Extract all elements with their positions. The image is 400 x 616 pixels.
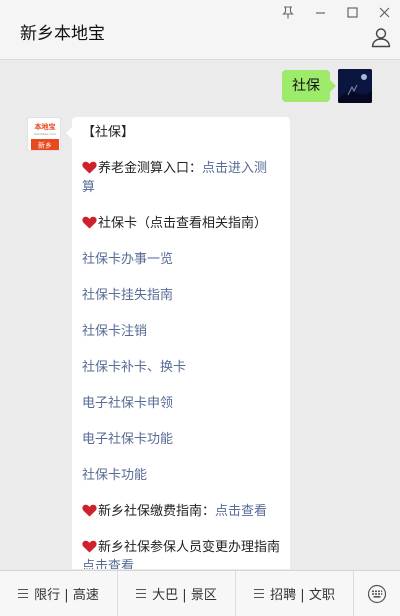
card-function-link[interactable]: 社保卡功能 xyxy=(82,466,280,485)
e-card-apply-link[interactable]: 电子社保卡申领 xyxy=(82,394,280,413)
maximize-icon[interactable] xyxy=(336,0,368,24)
user-avatar[interactable] xyxy=(338,69,372,103)
change-guide-link[interactable]: 点击查看 xyxy=(82,559,134,569)
close-icon[interactable] xyxy=(368,0,400,24)
menu-icon xyxy=(136,589,147,598)
menu-item-bus[interactable]: 大巴 | 景区 xyxy=(118,570,236,616)
outgoing-bubble[interactable]: 社保 xyxy=(282,70,336,102)
keyboard-icon xyxy=(367,584,387,603)
heart-icon xyxy=(82,216,97,229)
heart-icon xyxy=(82,540,97,553)
menu-icon xyxy=(18,589,29,598)
menu-item-label: 大巴 | 景区 xyxy=(152,588,217,603)
heart-icon xyxy=(82,504,97,517)
change-guide-line: 新乡社保参保人员变更办理指南点击查看 xyxy=(82,538,280,569)
e-card-function-link[interactable]: 电子社保卡功能 xyxy=(82,430,280,449)
contact-info-icon[interactable] xyxy=(370,26,392,48)
svg-text:新乡: 新乡 xyxy=(38,141,52,150)
window-controls xyxy=(272,0,400,24)
card-cancel-link[interactable]: 社保卡注销 xyxy=(82,322,280,341)
minimize-icon[interactable] xyxy=(304,0,336,24)
menu-item-label: 招聘 | 文职 xyxy=(270,588,335,603)
card-replace-link[interactable]: 社保卡补卡、换卡 xyxy=(82,358,280,377)
social-card-label: 社保卡（点击查看相关指南） xyxy=(98,216,268,231)
chat-area[interactable]: 社保 本地宝 bendibao.com 新乡 【社保】 养老金测算入口：点击进入… xyxy=(0,61,400,569)
menu-item-traffic[interactable]: 限行 | 高速 xyxy=(0,570,118,616)
chat-title: 新乡本地宝 xyxy=(20,24,105,44)
change-guide-label: 新乡社保参保人员变更办理指南 xyxy=(98,540,281,555)
payment-guide-label: 新乡社保缴费指南： xyxy=(98,504,216,519)
outgoing-message: 社保 xyxy=(282,69,372,103)
card-loss-link[interactable]: 社保卡挂失指南 xyxy=(82,286,280,305)
payment-guide-link[interactable]: 点击查看 xyxy=(215,504,267,519)
svg-text:bendibao.com: bendibao.com xyxy=(34,132,55,136)
bendibao-logo-icon: 本地宝 bendibao.com 新乡 xyxy=(28,118,60,150)
keyboard-toggle-button[interactable] xyxy=(354,571,400,616)
menu-item-label: 限行 | 高速 xyxy=(34,588,99,603)
payment-guide-line: 新乡社保缴费指南：点击查看 xyxy=(82,502,280,521)
pin-icon[interactable] xyxy=(272,0,304,24)
heart-icon xyxy=(82,161,97,174)
social-card-line: 社保卡（点击查看相关指南） xyxy=(82,214,280,233)
menu-item-jobs[interactable]: 招聘 | 文职 xyxy=(236,570,354,616)
pension-label: 养老金测算入口： xyxy=(98,161,203,176)
incoming-bubble: 【社保】 养老金测算入口：点击进入测算 社保卡（点击查看相关指南） 社保卡办事一… xyxy=(66,117,290,569)
bottom-menu: 限行 | 高速 大巴 | 景区 招聘 | 文职 xyxy=(0,570,400,616)
message-heading: 【社保】 xyxy=(82,125,135,140)
menu-icon xyxy=(254,589,265,598)
pension-line: 养老金测算入口：点击进入测算 xyxy=(82,159,280,197)
sender-avatar[interactable]: 本地宝 bendibao.com 新乡 xyxy=(27,117,61,151)
card-services-link[interactable]: 社保卡办事一览 xyxy=(82,250,280,269)
svg-text:本地宝: 本地宝 xyxy=(34,122,56,131)
